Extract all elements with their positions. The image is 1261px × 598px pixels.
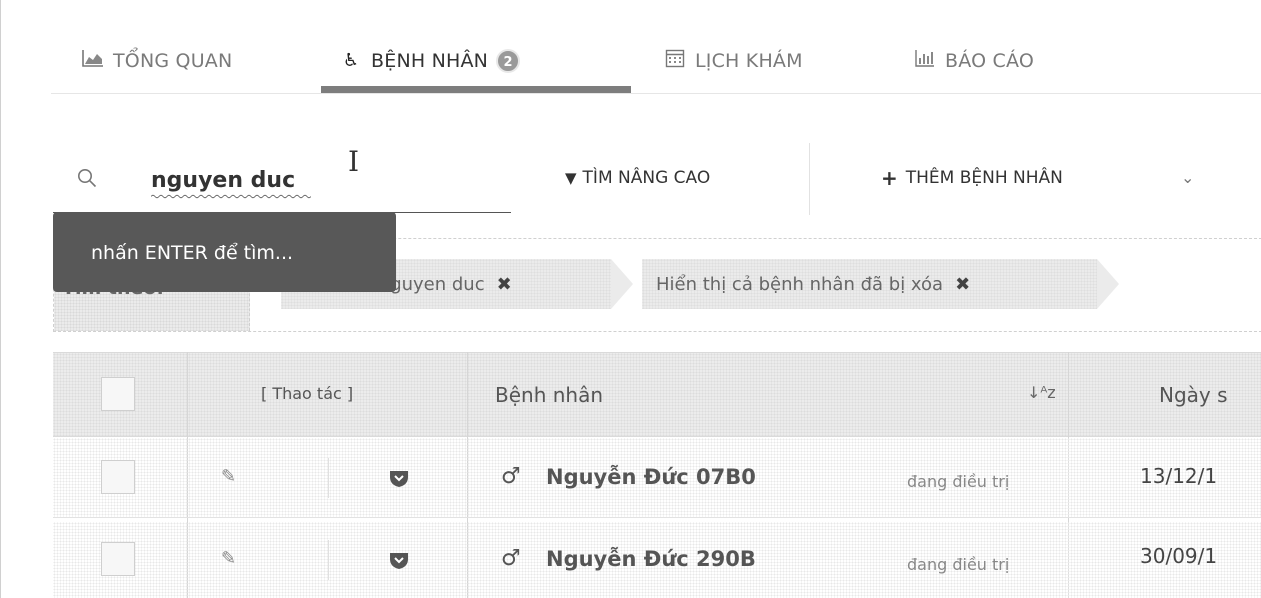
add-patient-label: THÊM BỆNH NHÂN [905, 168, 1063, 188]
sort-alpha-icon[interactable]: ↓ᴬz [1027, 383, 1056, 402]
action-divider [328, 458, 329, 498]
patient-status: đang điều trị [907, 472, 1010, 491]
tab-schedule-label: LỊCH KHÁM [695, 49, 803, 72]
action-divider [328, 540, 329, 580]
pencil-icon[interactable]: ✎ [221, 466, 236, 487]
filter-icon: ▼ [565, 169, 577, 187]
select-all-checkbox[interactable] [101, 377, 135, 411]
bar-chart-icon [913, 49, 937, 72]
plus-icon: + [881, 166, 898, 190]
active-tab-indicator [321, 86, 631, 93]
search-hint-tooltip: nhấn ENTER để tìm... [53, 212, 396, 292]
main-tabs: TỔNG QUAN ♿ BỆNH NHÂN 2 LỊCH KHÁM BÁO CÁ… [51, 28, 1261, 94]
tab-reports[interactable]: BÁO CÁO [913, 28, 1034, 93]
search-input[interactable] [151, 162, 451, 198]
search-box [53, 138, 511, 213]
filter-chip-text: Hiển thị cả bệnh nhân đã bị xóa [656, 273, 944, 295]
patient-name[interactable]: Nguyễn Đức 07B0 [546, 465, 756, 489]
spellcheck-underline [151, 194, 311, 199]
chevron-down-icon[interactable]: ⌄ [1181, 168, 1194, 187]
advanced-search-button[interactable]: ▼ TÌM NÂNG CAO [565, 168, 710, 188]
table-header: [ Thao tác ] Bệnh nhân ↓ᴬz Ngày s [53, 352, 1261, 437]
table-row[interactable]: ✎ ♂ Nguyễn Đức 290B đang điều trị 30/09/… [53, 522, 1261, 598]
male-icon: ♂ [501, 546, 521, 571]
dob-column-header[interactable]: Ngày s [1159, 383, 1228, 407]
tab-overview[interactable]: TỔNG QUAN [81, 28, 232, 93]
patient-status: đang điều trị [907, 555, 1010, 574]
table-row[interactable]: ✎ ♂ Nguyễn Đức 07B0 đang điều trị 13/12/… [53, 438, 1261, 518]
patient-column-header[interactable]: Bệnh nhân [495, 383, 603, 407]
wheelchair-icon: ♿ [342, 50, 360, 71]
patients-count-badge: 2 [496, 48, 521, 73]
tab-schedule[interactable]: LỊCH KHÁM [663, 28, 803, 93]
actions-column-header: [ Thao tác ] [261, 384, 354, 403]
advanced-search-label: TÌM NÂNG CAO [582, 168, 711, 188]
shield-icon[interactable] [389, 552, 409, 570]
patient-dob: 30/09/1 [1140, 544, 1218, 568]
text-cursor-icon: I [348, 145, 360, 178]
patient-name[interactable]: Nguyễn Đức 290B [546, 547, 756, 571]
patients-table: [ Thao tác ] Bệnh nhân ↓ᴬz Ngày s ✎ ♂ Ng… [53, 352, 1261, 598]
row-checkbox[interactable] [101, 460, 135, 494]
tab-patients[interactable]: ♿ BỆNH NHÂN 2 [339, 28, 521, 93]
patient-dob: 13/12/1 [1140, 464, 1218, 488]
shield-icon[interactable] [389, 470, 409, 488]
add-patient-button[interactable]: + THÊM BỆNH NHÂN [881, 166, 1063, 190]
row-checkbox[interactable] [101, 542, 135, 576]
tab-reports-label: BÁO CÁO [945, 49, 1034, 72]
calendar-icon [663, 48, 687, 73]
area-chart-icon [81, 49, 105, 72]
toolbar-divider [809, 143, 810, 215]
tab-overview-label: TỔNG QUAN [113, 49, 233, 72]
remove-filter-icon[interactable]: ✖ [955, 274, 970, 295]
app-frame: TỔNG QUAN ♿ BỆNH NHÂN 2 LỊCH KHÁM BÁO CÁ… [0, 0, 1261, 598]
tab-patients-label: BỆNH NHÂN [371, 49, 489, 72]
filter-chip-show-deleted: Hiển thị cả bệnh nhân đã bị xóa ✖ [642, 259, 1119, 309]
male-icon: ♂ [501, 464, 521, 489]
pencil-icon[interactable]: ✎ [221, 548, 236, 569]
search-icon [78, 169, 97, 188]
remove-filter-icon[interactable]: ✖ [497, 274, 512, 295]
